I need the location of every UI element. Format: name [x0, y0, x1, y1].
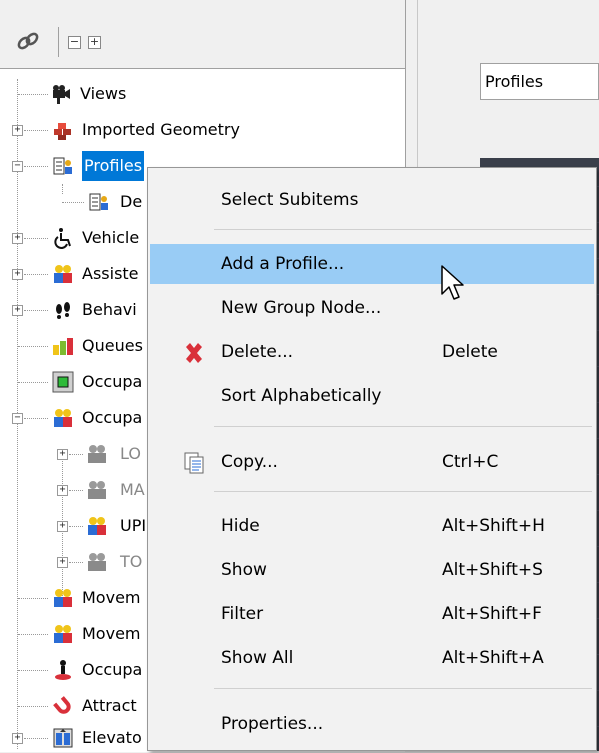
menu-item-label: Filter: [221, 604, 264, 624]
menu-item-label: Show: [221, 560, 267, 580]
menu-item-label: Delete...: [221, 342, 294, 362]
delete-x-icon: [186, 343, 202, 363]
tree-item-label: MA: [120, 480, 145, 499]
occupants-icon: [54, 409, 72, 427]
tree-item-label: Occupa: [82, 408, 143, 427]
menu-item-show-all[interactable]: Show All Alt+Shift+A: [150, 638, 594, 678]
menu-item-copy[interactable]: Copy... Ctrl+C: [150, 442, 594, 482]
menu-item-filter[interactable]: Filter Alt+Shift+F: [150, 594, 594, 634]
link-chain-icon[interactable]: [15, 29, 41, 55]
occupants-icon: [88, 517, 106, 535]
tree-item-label: Queues: [82, 336, 143, 355]
tree-item-views[interactable]: Views: [0, 79, 400, 109]
menu-item-new-group-node[interactable]: New Group Node...: [150, 288, 594, 328]
expand-icon[interactable]: +: [12, 269, 23, 280]
tree-item-label: UPI: [120, 516, 147, 535]
tree-item-label: Movem: [82, 624, 141, 643]
magnet-icon: [53, 696, 71, 714]
menu-item-shortcut: Alt+Shift+H: [442, 516, 545, 536]
menu-separator: [214, 688, 592, 689]
menu-item-label: Copy...: [221, 452, 278, 472]
occupants-hidden-icon: [88, 445, 106, 463]
tree-item-label: Occupa: [82, 372, 143, 391]
person-target-icon: [55, 660, 71, 680]
tree-item-label: Attract: [82, 696, 137, 715]
collapse-all-icon[interactable]: −: [68, 36, 81, 49]
menu-item-sort-alphabetically[interactable]: Sort Alphabetically: [150, 376, 594, 416]
menu-item-add-profile[interactable]: Add a Profile...: [150, 244, 594, 284]
menu-item-label: Select Subitems: [221, 190, 359, 210]
tree-item-label: De: [120, 192, 143, 211]
profile-list-icon: [89, 193, 108, 211]
menu-item-shortcut: Alt+Shift+F: [442, 604, 542, 624]
expand-icon[interactable]: +: [57, 449, 68, 460]
tree-item-label: TO: [120, 552, 143, 571]
elevator-icon: [53, 728, 73, 748]
menu-item-label: Add a Profile...: [221, 254, 345, 274]
tree-item-label: Movem: [82, 588, 141, 607]
copy-icon: [184, 452, 204, 474]
expand-icon[interactable]: +: [57, 521, 68, 532]
tree-item-imported-geometry[interactable]: + Imported Geometry: [0, 115, 400, 145]
menu-item-shortcut: Delete: [442, 342, 498, 362]
occupants-icon: [54, 589, 72, 607]
tree-item-label: Assiste: [82, 264, 139, 283]
tree-item-label: Behavi: [82, 300, 137, 319]
menu-separator: [214, 426, 592, 427]
expand-all-icon[interactable]: +: [88, 36, 101, 49]
occupants-hidden-icon: [88, 553, 106, 571]
expand-icon[interactable]: +: [12, 305, 23, 316]
tree-item-label: Views: [80, 84, 127, 103]
toolbar-separator: [58, 27, 59, 57]
tree-item-label: LO: [120, 444, 141, 463]
expand-icon[interactable]: +: [57, 485, 68, 496]
menu-separator: [214, 491, 592, 492]
menu-item-hide[interactable]: Hide Alt+Shift+H: [150, 506, 594, 546]
tree-item-label: Elevato: [82, 728, 142, 747]
footprints-icon: [56, 302, 70, 319]
tree-toolbar: − +: [0, 0, 405, 68]
expand-icon[interactable]: +: [12, 125, 23, 136]
menu-item-shortcut: Alt+Shift+A: [442, 648, 544, 668]
expand-icon[interactable]: +: [57, 557, 68, 568]
menu-item-delete[interactable]: Delete... Delete: [150, 332, 594, 372]
menu-item-shortcut: Alt+Shift+S: [442, 560, 543, 580]
mouse-cursor-icon: [441, 265, 464, 300]
tree-item-label: Occupa: [82, 660, 143, 679]
menu-item-properties[interactable]: Properties...: [150, 704, 594, 744]
menu-item-label: New Group Node...: [221, 298, 382, 318]
menu-item-label: Sort Alphabetically: [221, 386, 382, 406]
tree-item-label: Vehicle: [82, 228, 140, 247]
occupants-icon: [54, 625, 72, 643]
wheelchair-icon: [54, 228, 71, 249]
queue-icon: [53, 338, 73, 355]
menu-item-label: Show All: [221, 648, 294, 668]
expand-icon[interactable]: +: [12, 233, 23, 244]
assisted-people-icon: [54, 265, 72, 283]
menu-separator: [214, 229, 592, 230]
occupants-hidden-icon: [88, 481, 106, 499]
tree-item-label: Imported Geometry: [82, 120, 240, 139]
profile-list-icon: [53, 157, 72, 175]
profiles-dropdown[interactable]: Profiles: [480, 63, 599, 100]
tree-item-label: Profiles: [82, 151, 145, 181]
context-menu: Select Subitems Add a Profile... New Gro…: [147, 167, 597, 751]
expand-icon[interactable]: +: [12, 733, 23, 744]
menu-item-label: Hide: [221, 516, 260, 536]
collapse-icon[interactable]: −: [12, 161, 23, 172]
occupant-source-icon: [52, 371, 74, 393]
camera-icon: [53, 85, 70, 104]
menu-item-label: Properties...: [221, 714, 324, 734]
bricks-icon: [54, 123, 71, 140]
menu-item-show[interactable]: Show Alt+Shift+S: [150, 550, 594, 590]
menu-item-select-subitems[interactable]: Select Subitems: [150, 180, 594, 220]
menu-item-shortcut: Ctrl+C: [442, 452, 499, 472]
collapse-icon[interactable]: −: [12, 413, 23, 424]
